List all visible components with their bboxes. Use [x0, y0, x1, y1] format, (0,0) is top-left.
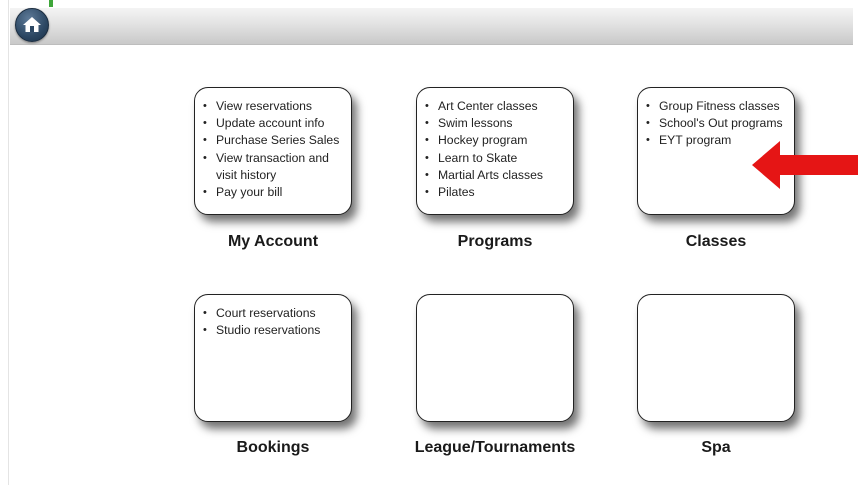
list-item[interactable]: Pilates — [425, 184, 567, 201]
list-item[interactable]: Update account info — [203, 115, 345, 132]
left-rule — [8, 0, 9, 485]
list-item[interactable]: Martial Arts classes — [425, 167, 567, 184]
list-item[interactable]: Group Fitness classes — [646, 98, 788, 115]
tile-list: Court reservations Studio reservations — [195, 295, 351, 340]
tile-bookings[interactable]: Court reservations Studio reservations — [194, 294, 352, 422]
list-item[interactable]: Art Center classes — [425, 98, 567, 115]
tile-my-account[interactable]: View reservations Update account info Pu… — [194, 87, 352, 215]
tile-programs[interactable]: Art Center classes Swim lessons Hockey p… — [416, 87, 574, 215]
list-item[interactable]: School's Out programs — [646, 115, 788, 132]
home-button[interactable] — [15, 8, 49, 42]
list-item[interactable]: Hockey program — [425, 132, 567, 149]
tile-list: Art Center classes Swim lessons Hockey p… — [417, 88, 573, 201]
tile-title-league-tournaments[interactable]: League/Tournaments — [395, 439, 595, 457]
list-item[interactable]: Court reservations — [203, 305, 345, 322]
list-item-continuation[interactable]: visit history — [216, 167, 345, 184]
home-icon — [23, 17, 41, 32]
tile-spa[interactable] — [637, 294, 795, 422]
tile-league-tournaments[interactable] — [416, 294, 574, 422]
tile-title-bookings[interactable]: Bookings — [173, 439, 373, 457]
list-item[interactable]: View transaction and — [203, 150, 345, 167]
tile-title-programs[interactable]: Programs — [395, 233, 595, 251]
tile-title-classes[interactable]: Classes — [616, 233, 816, 251]
list-item[interactable]: Learn to Skate — [425, 150, 567, 167]
red-arrow-icon — [752, 141, 858, 189]
list-item[interactable]: Studio reservations — [203, 322, 345, 339]
tile-list: View reservations Update account info Pu… — [195, 88, 351, 201]
top-accent — [49, 0, 53, 7]
tile-title-spa[interactable]: Spa — [616, 439, 816, 457]
list-item[interactable]: Purchase Series Sales — [203, 132, 345, 149]
top-toolbar — [10, 8, 853, 45]
list-item[interactable]: View reservations — [203, 98, 345, 115]
tile-title-my-account[interactable]: My Account — [173, 233, 373, 251]
list-item[interactable]: Pay your bill — [203, 184, 345, 201]
list-item[interactable]: Swim lessons — [425, 115, 567, 132]
